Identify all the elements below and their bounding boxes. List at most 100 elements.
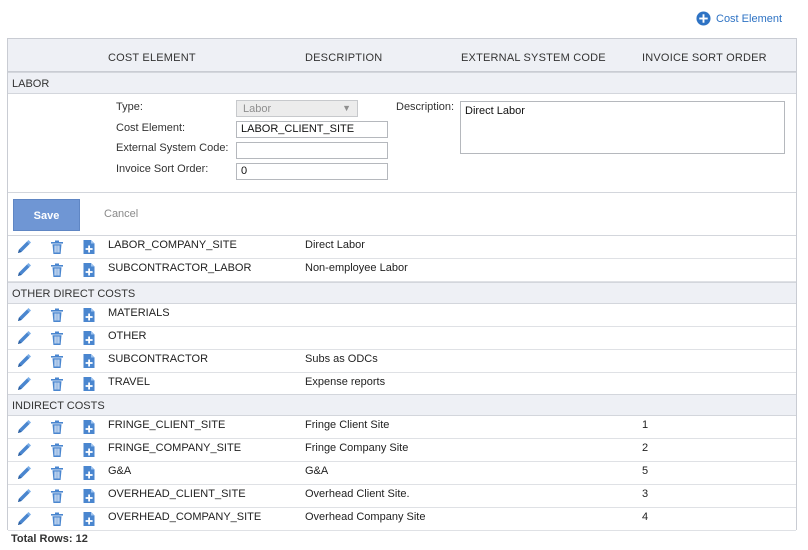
- cell-description: Overhead Client Site.: [305, 488, 410, 500]
- table-row[interactable]: SUBCONTRACTOR Subs as ODCs: [8, 350, 796, 373]
- trash-icon[interactable]: [49, 511, 65, 527]
- cell-cost-element: LABOR_COMPANY_SITE: [108, 239, 237, 251]
- copy-add-icon[interactable]: [81, 307, 97, 323]
- cell-invoice-sort-order: 1: [642, 419, 649, 431]
- cell-cost-element: G&A: [108, 465, 132, 477]
- table-row[interactable]: TRAVEL Expense reports: [8, 373, 796, 396]
- trash-icon[interactable]: [49, 330, 65, 346]
- cell-description: Direct Labor: [305, 239, 365, 251]
- table-row[interactable]: MATERIALS: [8, 304, 796, 327]
- cell-description: G&A: [305, 465, 329, 477]
- trash-icon[interactable]: [49, 307, 65, 323]
- table-row[interactable]: LABOR_COMPANY_SITE Direct Labor: [8, 236, 796, 259]
- trash-icon[interactable]: [49, 262, 65, 278]
- invoice-sort-order-input[interactable]: 0: [236, 163, 388, 180]
- type-label: Type:: [116, 101, 143, 113]
- add-cost-element-label: Cost Element: [716, 12, 783, 25]
- description-textarea[interactable]: Direct Labor: [460, 101, 785, 154]
- group-label-other-direct-costs: OTHER DIRECT COSTS: [12, 288, 136, 300]
- group-label-labor: LABOR: [12, 78, 50, 90]
- cell-invoice-sort-order: 3: [642, 488, 649, 500]
- pencil-icon[interactable]: [16, 465, 32, 481]
- copy-add-icon[interactable]: [81, 353, 97, 369]
- cell-cost-element: OVERHEAD_CLIENT_SITE: [108, 488, 246, 500]
- cell-cost-element: OTHER: [108, 330, 147, 342]
- copy-add-icon[interactable]: [81, 442, 97, 458]
- table-row[interactable]: OVERHEAD_COMPANY_SITE Overhead Company Si…: [8, 508, 796, 531]
- column-header-invoice-sort-order[interactable]: INVOICE SORT ORDER: [642, 52, 767, 64]
- column-header-description[interactable]: DESCRIPTION: [305, 52, 382, 64]
- pencil-icon[interactable]: [16, 262, 32, 278]
- external-system-code-label: External System Code:: [116, 142, 229, 154]
- chevron-down-icon: ▼: [342, 103, 351, 113]
- cancel-button[interactable]: Cancel: [104, 208, 138, 220]
- pencil-icon[interactable]: [16, 442, 32, 458]
- pencil-icon[interactable]: [16, 376, 32, 392]
- type-select[interactable]: Labor ▼: [236, 100, 358, 117]
- cell-cost-element: OVERHEAD_COMPANY_SITE: [108, 511, 262, 523]
- group-header-indirect-costs: INDIRECT COSTS: [8, 394, 796, 416]
- copy-add-icon[interactable]: [81, 330, 97, 346]
- cell-cost-element: SUBCONTRACTOR: [108, 353, 209, 365]
- cell-cost-element: TRAVEL: [108, 376, 150, 388]
- group-header-other-direct-costs: OTHER DIRECT COSTS: [8, 282, 796, 304]
- copy-add-icon[interactable]: [81, 376, 97, 392]
- pencil-icon[interactable]: [16, 511, 32, 527]
- table-row[interactable]: SUBCONTRACTOR_LABOR Non-employee Labor: [8, 259, 796, 282]
- pencil-icon[interactable]: [16, 307, 32, 323]
- table-row[interactable]: OTHER: [8, 327, 796, 350]
- cell-description: Non-employee Labor: [305, 262, 408, 274]
- external-system-code-input[interactable]: [236, 142, 388, 159]
- cost-element-label: Cost Element:: [116, 122, 186, 134]
- cell-description: Fringe Company Site: [305, 442, 409, 454]
- pencil-icon[interactable]: [16, 419, 32, 435]
- edit-form: Type: Labor ▼ Cost Element: LABOR_CLIENT…: [8, 94, 796, 193]
- table-row[interactable]: FRINGE_CLIENT_SITE Fringe Client Site 1: [8, 416, 796, 439]
- trash-icon[interactable]: [49, 488, 65, 504]
- copy-add-icon[interactable]: [81, 465, 97, 481]
- cell-invoice-sort-order: 4: [642, 511, 649, 523]
- cell-cost-element: SUBCONTRACTOR_LABOR: [108, 262, 252, 274]
- pencil-icon[interactable]: [16, 488, 32, 504]
- cell-description: Overhead Company Site: [305, 511, 426, 523]
- cell-cost-element: FRINGE_CLIENT_SITE: [108, 419, 226, 431]
- total-rows: Total Rows: 12: [11, 533, 88, 545]
- trash-icon[interactable]: [49, 442, 65, 458]
- cost-element-grid: COST ELEMENT DESCRIPTION EXTERNAL SYSTEM…: [7, 38, 797, 531]
- cost-element-input[interactable]: LABOR_CLIENT_SITE: [236, 121, 388, 138]
- cell-invoice-sort-order: 2: [642, 442, 649, 454]
- edit-actions: Save Cancel: [8, 193, 796, 236]
- trash-icon[interactable]: [49, 465, 65, 481]
- cell-description: Fringe Client Site: [305, 419, 390, 431]
- cell-cost-element: MATERIALS: [108, 307, 170, 319]
- column-header-cost-element[interactable]: COST ELEMENT: [108, 52, 196, 64]
- save-button[interactable]: Save: [13, 199, 80, 231]
- table-row[interactable]: OVERHEAD_CLIENT_SITE Overhead Client Site…: [8, 485, 796, 508]
- description-label: Description:: [396, 101, 455, 113]
- grid-header: COST ELEMENT DESCRIPTION EXTERNAL SYSTEM…: [8, 39, 796, 72]
- column-header-external-system-code[interactable]: EXTERNAL SYSTEM CODE: [461, 52, 606, 64]
- group-label-indirect-costs: INDIRECT COSTS: [12, 400, 105, 412]
- group-header-labor: LABOR: [8, 72, 796, 94]
- trash-icon[interactable]: [49, 239, 65, 255]
- copy-add-icon[interactable]: [81, 511, 97, 527]
- trash-icon[interactable]: [49, 419, 65, 435]
- copy-add-icon[interactable]: [81, 488, 97, 504]
- plus-circle-icon: [696, 11, 711, 26]
- cell-invoice-sort-order: 5: [642, 465, 649, 477]
- cell-cost-element: FRINGE_COMPANY_SITE: [108, 442, 242, 454]
- type-select-value: Labor: [243, 103, 272, 115]
- table-row[interactable]: G&A G&A 5: [8, 462, 796, 485]
- copy-add-icon[interactable]: [81, 262, 97, 278]
- invoice-sort-order-label: Invoice Sort Order:: [116, 163, 209, 175]
- copy-add-icon[interactable]: [81, 419, 97, 435]
- pencil-icon[interactable]: [16, 239, 32, 255]
- add-cost-element-button[interactable]: Cost Element: [696, 11, 782, 26]
- table-row[interactable]: FRINGE_COMPANY_SITE Fringe Company Site 2: [8, 439, 796, 462]
- trash-icon[interactable]: [49, 353, 65, 369]
- trash-icon[interactable]: [49, 376, 65, 392]
- pencil-icon[interactable]: [16, 330, 32, 346]
- cell-description: Subs as ODCs: [305, 353, 378, 365]
- pencil-icon[interactable]: [16, 353, 32, 369]
- copy-add-icon[interactable]: [81, 239, 97, 255]
